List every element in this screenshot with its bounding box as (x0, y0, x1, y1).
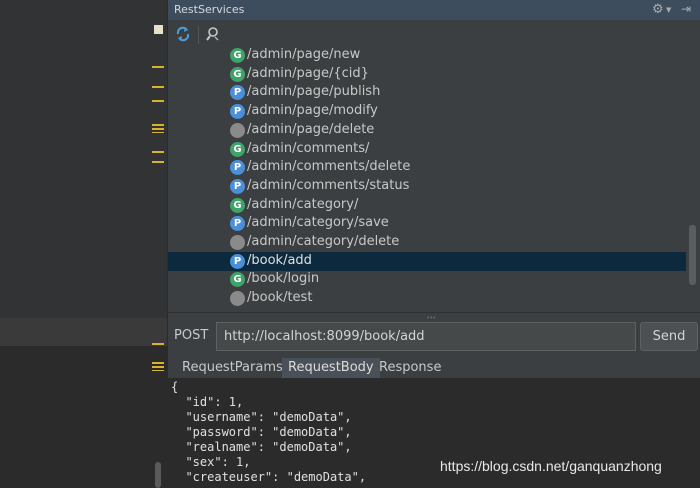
url-input[interactable] (216, 322, 636, 351)
service-tree: G/admin/page/new G/admin/page/{cid} P/admi… (168, 46, 686, 310)
code-line: "password": "demoData", (171, 425, 352, 439)
error-stripe-marker[interactable] (152, 100, 164, 102)
tree-item-path: /admin/comments/status (247, 177, 410, 193)
watermark-text: https://blog.csdn.net/ganquanzhong (440, 458, 662, 474)
error-stripe-marker[interactable] (152, 86, 164, 88)
search-icon[interactable] (204, 25, 222, 43)
gear-icon[interactable]: ⚙ (652, 2, 664, 17)
error-stripe-marker[interactable] (152, 161, 164, 163)
get-method-icon: G (230, 197, 245, 213)
pin-icon[interactable]: ⇥ (681, 2, 691, 16)
tree-item-path: /book/login (247, 271, 320, 287)
editor-scrollbar[interactable] (155, 462, 161, 488)
toolbar-separator (198, 26, 199, 44)
error-stripe-marker[interactable] (152, 151, 164, 153)
http-method-label: POST (174, 328, 209, 343)
post-method-icon: P (230, 160, 245, 176)
post-method-icon: P (230, 216, 245, 232)
tree-item-path: /admin/category/ (247, 196, 359, 212)
tree-scrollbar[interactable] (689, 225, 696, 285)
tree-item-path: /admin/page/new (247, 47, 361, 62)
error-stripe-marker[interactable] (152, 66, 164, 68)
tab-request-params[interactable]: RequestParams (176, 358, 289, 378)
tree-item[interactable]: /admin/category/delete (168, 233, 686, 252)
tree-item[interactable]: /admin/page/delete (168, 121, 686, 140)
editor-current-line (0, 318, 167, 346)
tree-item[interactable]: P/admin/page/modify (168, 102, 686, 121)
error-stripe-marker[interactable] (152, 343, 164, 345)
tab-request-body[interactable]: RequestBody (282, 358, 380, 378)
get-method-icon: G (230, 48, 245, 63)
tree-item-path: /admin/category/delete (247, 234, 400, 249)
panel-title-bar: RestServices ⚙ ▼ ⇥ (168, 0, 700, 20)
editor-gutter (0, 0, 167, 318)
code-line: "username": "demoData", (171, 410, 352, 424)
other-method-icon (230, 235, 245, 250)
error-stripe-marker[interactable] (152, 362, 164, 371)
tree-item[interactable]: /book/test (168, 289, 686, 308)
send-button[interactable]: Send (640, 322, 698, 351)
editor-marker-square (154, 25, 163, 34)
tree-item-path: /admin/page/{cid} (247, 65, 369, 81)
request-tabs: RequestParams RequestBody Response (176, 358, 696, 378)
editor-gutter-area (0, 0, 167, 488)
tree-item-path: /admin/page/modify (247, 103, 378, 119)
tree-item[interactable]: G/admin/page/{cid} (168, 65, 686, 84)
panel-title: RestServices (174, 3, 245, 16)
tree-item-path: /admin/comments/delete (247, 159, 411, 175)
tree-item[interactable]: G/admin/comments/ (168, 140, 686, 159)
post-method-icon: P (230, 178, 245, 194)
chevron-down-icon[interactable]: ▼ (666, 6, 671, 14)
tree-item[interactable]: P/admin/page/publish (168, 83, 686, 102)
tree-item-path: /admin/page/delete (247, 121, 375, 137)
tree-item[interactable]: P/admin/comments/delete (168, 158, 686, 177)
other-method-icon (230, 122, 245, 138)
code-line: { (171, 380, 179, 394)
error-stripe-marker[interactable] (152, 124, 164, 133)
tree-item[interactable]: P/admin/category/save (168, 214, 686, 233)
code-line: "id": 1, (171, 395, 244, 409)
code-line: "sex": 1, (171, 455, 251, 469)
tab-response[interactable]: Response (373, 358, 447, 378)
other-method-icon (230, 291, 245, 307)
tree-item-path: /book/add (247, 252, 312, 268)
code-line: "createuser": "demoData", (171, 470, 367, 484)
post-method-icon: P (230, 253, 245, 269)
tree-item[interactable]: G/admin/category/ (168, 196, 686, 215)
request-bar: POST Send (168, 320, 700, 352)
tree-item[interactable]: G/book/login (168, 270, 686, 289)
post-method-icon: P (230, 85, 245, 101)
tree-item-path: /book/test (247, 290, 313, 306)
get-method-icon: G (230, 141, 245, 157)
rest-services-panel: RestServices ⚙ ▼ ⇥ G/admin/page/new G/adm… (167, 0, 700, 488)
get-method-icon: G (230, 66, 245, 82)
tree-item-path: /admin/category/save (247, 215, 389, 231)
tree-item[interactable]: G/admin/page/new (168, 46, 686, 65)
tree-item-path: /admin/page/publish (247, 84, 381, 100)
refresh-icon[interactable] (174, 25, 192, 43)
tree-item-path: /admin/comments/ (247, 140, 370, 156)
tree-item[interactable]: P/admin/comments/status (168, 177, 686, 196)
get-method-icon: G (230, 272, 245, 288)
code-line: "realname": "demoData", (171, 440, 352, 454)
post-method-icon: P (230, 104, 245, 120)
tree-item[interactable]: P/book/add (168, 251, 686, 271)
